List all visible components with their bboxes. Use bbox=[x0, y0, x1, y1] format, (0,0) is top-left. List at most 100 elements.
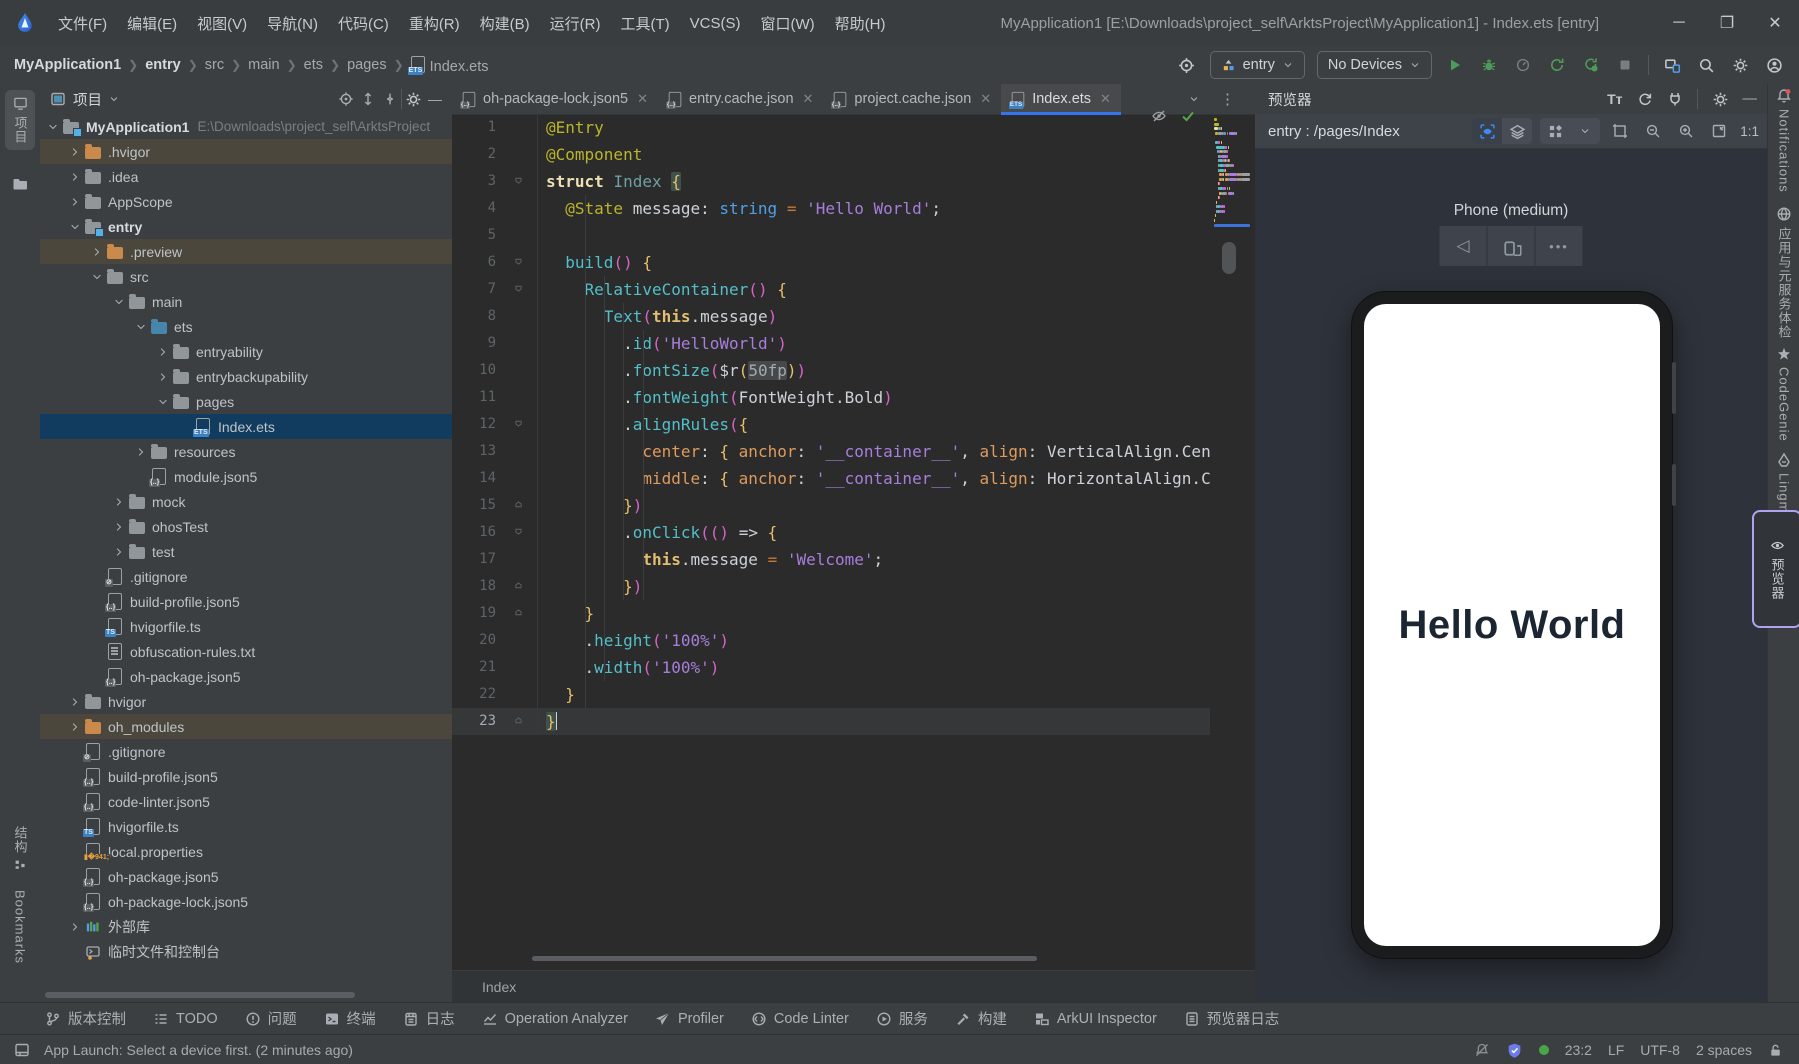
debug-button[interactable] bbox=[1478, 54, 1500, 76]
code-line-16[interactable]: 16 .onClick(() => { bbox=[452, 519, 1210, 546]
tree-item-临时文件和控制台[interactable]: 临时文件和控制台 bbox=[40, 939, 452, 964]
bottom-tool-服务[interactable]: 服务 bbox=[876, 1008, 928, 1029]
close-tab-icon[interactable]: ✕ bbox=[637, 91, 648, 107]
menu-视图(V)[interactable]: 视图(V) bbox=[187, 9, 257, 38]
code-line-19[interactable]: 19 } bbox=[452, 600, 1210, 627]
chevron-collapsed-icon[interactable] bbox=[66, 696, 83, 708]
hello-world-text[interactable]: Hello World bbox=[1399, 603, 1626, 648]
tree-item-test[interactable]: test bbox=[40, 539, 452, 564]
code-line-14[interactable]: 14 middle: { anchor: '__container__', al… bbox=[452, 465, 1210, 492]
code-line-22[interactable]: 22 } bbox=[452, 681, 1210, 708]
code-line-8[interactable]: 8 Text(this.message) bbox=[452, 303, 1210, 330]
editor-tab-oh-package-lock.json5[interactable]: {..} oh-package-lock.json5 ✕ bbox=[452, 84, 658, 114]
tree-item-module.json5[interactable]: {..} module.json5 bbox=[40, 464, 452, 489]
fold-marker-icon[interactable] bbox=[502, 519, 537, 546]
minimize-button[interactable]: ─ bbox=[1655, 0, 1703, 46]
chevron-expanded-icon[interactable] bbox=[66, 221, 83, 233]
chevron-expanded-icon[interactable] bbox=[44, 121, 61, 133]
encoding[interactable]: UTF-8 bbox=[1640, 1042, 1680, 1058]
right-strip-tab-应用与元服务体检[interactable]: 应用与元服务体检 bbox=[1768, 206, 1799, 339]
code-line-18[interactable]: 18 }) bbox=[452, 573, 1210, 600]
chevron-expanded-icon[interactable] bbox=[154, 396, 171, 408]
menu-工具(T)[interactable]: 工具(T) bbox=[610, 9, 679, 38]
tree-item-code-linter.json5[interactable]: {..} code-linter.json5 bbox=[40, 789, 452, 814]
chevron-collapsed-icon[interactable] bbox=[154, 371, 171, 383]
search-icon[interactable] bbox=[1695, 54, 1717, 76]
chevron-collapsed-icon[interactable] bbox=[66, 146, 83, 158]
chevron-collapsed-icon[interactable] bbox=[110, 496, 127, 508]
zoom-ratio-label[interactable]: 1:1 bbox=[1740, 124, 1759, 139]
bottom-tool-日志[interactable]: 日志 bbox=[403, 1008, 455, 1029]
tree-item-.hvigor[interactable]: .hvigor bbox=[40, 139, 452, 164]
settings-gear-icon[interactable] bbox=[1729, 54, 1751, 76]
device-selector[interactable]: No Devices bbox=[1316, 51, 1432, 79]
menu-编辑(E)[interactable]: 编辑(E) bbox=[117, 9, 187, 38]
tree-item-外部库[interactable]: 外部库 bbox=[40, 914, 452, 939]
right-strip-tab-CodeGenie[interactable]: CodeGenie bbox=[1768, 346, 1799, 442]
bottom-tool-构建[interactable]: 构建 bbox=[955, 1008, 1007, 1029]
tree-item-oh-package.json5[interactable]: {..} oh-package.json5 bbox=[40, 664, 452, 689]
chevron-expanded-icon[interactable] bbox=[110, 296, 127, 308]
chevron-collapsed-icon[interactable] bbox=[66, 721, 83, 733]
fold-marker-icon[interactable] bbox=[502, 573, 537, 600]
run-config-selector[interactable]: entry bbox=[1209, 51, 1305, 79]
breadcrumb-MyApplication1[interactable]: MyApplication1 bbox=[14, 57, 121, 73]
account-icon[interactable] bbox=[1763, 54, 1785, 76]
bottom-tool-TODO[interactable]: TODO bbox=[153, 1011, 218, 1027]
attach-target-icon[interactable] bbox=[1176, 54, 1198, 76]
chevron-down-icon[interactable] bbox=[1570, 118, 1600, 144]
tree-item-main[interactable]: main bbox=[40, 289, 452, 314]
tree-item-ohosTest[interactable]: ohosTest bbox=[40, 514, 452, 539]
breadcrumb-main[interactable]: main bbox=[248, 57, 279, 73]
editor-bottom-tab[interactable]: Index bbox=[452, 970, 1285, 1003]
frame-select-icon[interactable] bbox=[1607, 118, 1633, 144]
code-editor[interactable]: 1 @Entry 2 @Component 3 struct Index { 4… bbox=[452, 114, 1210, 735]
fold-marker-icon[interactable] bbox=[502, 276, 537, 303]
debug-rerun-button[interactable] bbox=[1580, 54, 1602, 76]
breadcrumb-Index.ets[interactable]: ETS Index.ets bbox=[407, 55, 488, 75]
menu-重构(R)[interactable]: 重构(R) bbox=[399, 9, 470, 38]
menu-导航(N)[interactable]: 导航(N) bbox=[257, 9, 328, 38]
code-line-21[interactable]: 21 .width('100%') bbox=[452, 654, 1210, 681]
editor-tab-project.cache.json[interactable]: {..} project.cache.json ✕ bbox=[823, 84, 1001, 114]
code-line-23[interactable]: 23 } bbox=[452, 708, 1210, 735]
refresh-icon[interactable] bbox=[1637, 91, 1653, 107]
hidden-tabs-chevron-icon[interactable] bbox=[1188, 93, 1200, 105]
bottom-tool-Operation Analyzer[interactable]: Operation Analyzer bbox=[482, 1011, 628, 1027]
code-line-20[interactable]: 20 .height('100%') bbox=[452, 627, 1210, 654]
editor-tab-Index.ets[interactable]: ETS Index.ets ✕ bbox=[1001, 84, 1121, 115]
code-line-15[interactable]: 15 }) bbox=[452, 492, 1210, 519]
editor-vertical-scrollbar[interactable] bbox=[1222, 242, 1236, 274]
tree-item-AppScope[interactable]: AppScope bbox=[40, 189, 452, 214]
profiler-button[interactable] bbox=[1512, 54, 1534, 76]
hide-panel-icon[interactable]: — bbox=[424, 88, 446, 110]
sidebar-tab-commit[interactable] bbox=[5, 170, 35, 198]
tree-item-hvigorfile.ts[interactable]: TS hvigorfile.ts bbox=[40, 614, 452, 639]
fold-marker-icon[interactable] bbox=[502, 600, 537, 627]
code-line-6[interactable]: 6 build() { bbox=[452, 249, 1210, 276]
code-line-4[interactable]: 4 @State message: string = 'Hello World'… bbox=[452, 195, 1210, 222]
close-tab-icon[interactable]: ✕ bbox=[803, 91, 814, 107]
fold-marker-icon[interactable] bbox=[502, 168, 537, 195]
chevron-expanded-icon[interactable] bbox=[132, 321, 149, 333]
sidebar-tab-structure[interactable]: 结构 bbox=[5, 820, 35, 878]
tree-item-Index.ets[interactable]: ETS Index.ets bbox=[40, 414, 452, 439]
tree-item-oh-package-lock.json5[interactable]: {..} oh-package-lock.json5 bbox=[40, 889, 452, 914]
menu-运行(R)[interactable]: 运行(R) bbox=[540, 9, 611, 38]
breadcrumb-ets[interactable]: ets bbox=[304, 57, 323, 73]
fold-marker-icon[interactable] bbox=[502, 249, 537, 276]
tree-item-pages[interactable]: pages bbox=[40, 389, 452, 414]
chevron-collapsed-icon[interactable] bbox=[110, 546, 127, 558]
fold-marker-icon[interactable] bbox=[502, 492, 537, 519]
close-tab-icon[interactable]: ✕ bbox=[980, 91, 991, 107]
tree-item-entry[interactable]: entry bbox=[40, 214, 452, 239]
breadcrumb-pages[interactable]: pages bbox=[347, 57, 387, 73]
font-scale-icon[interactable]: Tᴛ bbox=[1607, 91, 1622, 107]
layout-toggle-icon[interactable] bbox=[14, 1042, 30, 1058]
project-horizontal-scrollbar[interactable] bbox=[45, 992, 355, 998]
fold-marker-icon[interactable] bbox=[502, 708, 537, 735]
chevron-expanded-icon[interactable] bbox=[88, 271, 105, 283]
tree-item-oh-package.json5[interactable]: {..} oh-package.json5 bbox=[40, 864, 452, 889]
more-options-button[interactable]: ••• bbox=[1535, 226, 1583, 266]
chevron-collapsed-icon[interactable] bbox=[132, 446, 149, 458]
